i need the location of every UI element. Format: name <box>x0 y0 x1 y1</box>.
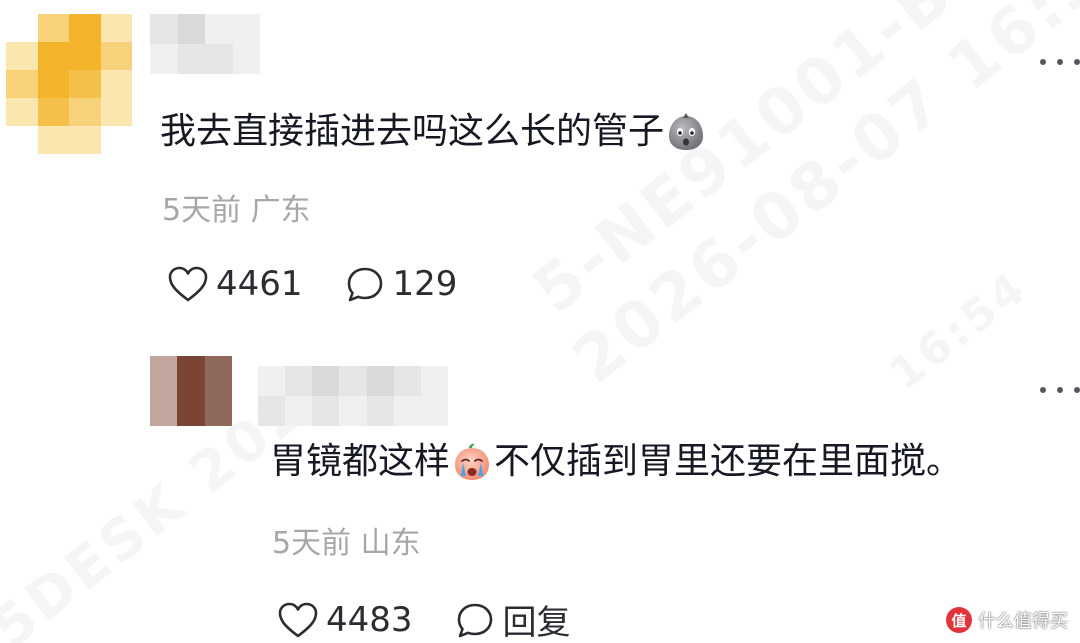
mosaic-cell <box>177 14 205 44</box>
reply-meta: 5天前 山东 <box>272 526 421 562</box>
like-count: 4461 <box>216 264 303 304</box>
heart-icon <box>168 266 208 302</box>
mosaic-cell <box>258 396 286 426</box>
site-name: 什么值得买 <box>978 611 1068 632</box>
mosaic-cell <box>37 126 69 154</box>
dot-icon <box>1057 59 1063 65</box>
watermark-line-d: 16:54 <box>880 261 1038 401</box>
mosaic-cell <box>69 14 101 42</box>
reply-button[interactable]: 129 <box>343 264 458 304</box>
mosaic-cell <box>205 44 233 74</box>
mosaic-cell <box>150 44 178 74</box>
mosaic-cell <box>204 391 232 426</box>
mosaic-cell <box>339 366 367 396</box>
mosaic-cell <box>100 42 132 70</box>
mosaic-cell <box>420 366 448 396</box>
mosaic-cell <box>177 44 205 74</box>
more-options-button[interactable] <box>1040 380 1080 400</box>
avatar[interactable] <box>6 14 132 154</box>
mosaic-cell <box>150 356 178 391</box>
mosaic-cell <box>393 396 421 426</box>
username-blurred[interactable] <box>150 14 260 74</box>
mosaic-cell <box>100 70 132 98</box>
heart-icon <box>278 602 318 637</box>
mosaic-cell <box>69 42 101 70</box>
mosaic-cell <box>6 98 38 126</box>
mosaic-cell <box>37 14 69 42</box>
watermark-line-b: 2026-08-07 16:54 <box>560 0 1080 399</box>
dot-icon <box>1074 59 1080 65</box>
mosaic-cell <box>366 396 394 426</box>
reply-time: 5天前 <box>272 526 352 561</box>
mosaic-cell <box>393 366 421 396</box>
mosaic-cell <box>100 98 132 126</box>
mosaic-cell <box>232 14 260 44</box>
more-options-button[interactable] <box>1040 52 1080 72</box>
reply-text: 胃镜都这样 不仅插到胃里还要在里面搅。 <box>270 438 962 486</box>
reply-text-before-emoji: 胃镜都这样 <box>270 441 451 482</box>
mosaic-cell <box>69 70 101 98</box>
mosaic-cell <box>6 14 38 42</box>
mosaic-cell <box>6 126 38 154</box>
comment-location: 广东 <box>250 193 311 228</box>
site-watermark: 值 什么值得买 <box>946 607 1068 633</box>
mosaic-cell <box>258 366 286 396</box>
mosaic-cell <box>312 396 340 426</box>
mosaic-cell <box>100 14 132 42</box>
like-count: 4483 <box>326 599 413 640</box>
reply-count: 129 <box>392 264 458 304</box>
watermark-line-a: 5-NE91001-B810L <box>520 0 1080 329</box>
comment-bubble-icon <box>457 603 492 637</box>
crying-face-icon <box>452 442 492 482</box>
reply-username-blurred[interactable] <box>258 366 448 426</box>
dot-icon <box>1040 387 1046 393</box>
comment-thread: 5-NE91001-B810L 2026-08-07 16:54 5DESK 2… <box>0 0 1080 643</box>
mosaic-cell <box>37 70 69 98</box>
mosaic-cell <box>232 44 260 74</box>
mosaic-cell <box>37 42 69 70</box>
mosaic-cell <box>37 98 69 126</box>
comment-meta: 5天前 广东 <box>162 193 311 229</box>
mosaic-cell <box>150 14 178 44</box>
like-button[interactable]: 4483 <box>276 600 413 640</box>
reply-avatar[interactable] <box>150 356 232 426</box>
mosaic-cell <box>6 70 38 98</box>
mosaic-cell <box>150 391 178 426</box>
mosaic-cell <box>366 366 394 396</box>
dot-icon <box>1074 387 1080 393</box>
mosaic-cell <box>177 356 205 391</box>
dot-icon <box>1057 387 1063 393</box>
comment-time: 5天前 <box>162 193 242 228</box>
comment-bubble-icon <box>347 267 382 302</box>
reply-text-after-emoji: 不仅插到胃里还要在里面搅。 <box>494 441 963 482</box>
dot-icon <box>1040 59 1046 65</box>
reply-actions: 4483 回复 <box>276 595 571 643</box>
mosaic-cell <box>312 366 340 396</box>
comment-text-main: 我去直接插进去吗这么长的管子 <box>160 111 665 152</box>
comment-actions: 4461 129 <box>166 264 457 304</box>
mosaic-cell <box>339 396 367 426</box>
like-button[interactable]: 4461 <box>166 264 303 304</box>
mosaic-cell <box>177 391 205 426</box>
mosaic-cell <box>285 366 313 396</box>
comment-text: 我去直接插进去吗这么长的管子 <box>160 108 708 156</box>
reply-button[interactable]: 回复 <box>453 595 571 643</box>
mosaic-cell <box>205 14 233 44</box>
mosaic-cell <box>204 356 232 391</box>
mosaic-cell <box>285 396 313 426</box>
shocked-face-icon <box>666 112 706 152</box>
mosaic-cell <box>69 126 101 154</box>
reply-label: 回复 <box>502 603 571 643</box>
site-logo-icon: 值 <box>946 607 972 633</box>
reply-location: 山东 <box>360 526 421 561</box>
mosaic-cell <box>101 126 133 154</box>
mosaic-cell <box>6 42 38 70</box>
mosaic-cell <box>420 396 448 426</box>
mosaic-cell <box>69 98 101 126</box>
